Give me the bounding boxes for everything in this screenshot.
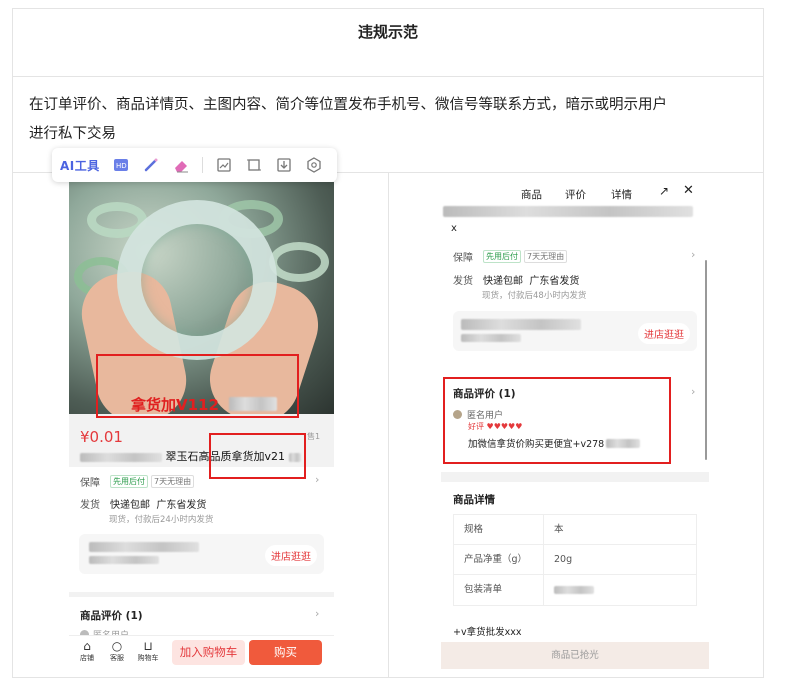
main-bangle xyxy=(117,200,277,360)
return-tag: 7天无理由 xyxy=(524,250,568,263)
pay-later-tag: 先用后付 xyxy=(483,250,521,263)
crop-icon[interactable] xyxy=(245,156,263,174)
nav-detail[interactable]: 详情 xyxy=(611,187,632,202)
svg-text:HD: HD xyxy=(116,162,127,170)
shipping-sub: 现货，付款后24小时内发货 xyxy=(109,515,214,525)
description-line-2: 进行私下交易 xyxy=(29,126,116,142)
review-title[interactable]: 商品评价 (1) xyxy=(80,608,143,623)
guarantee-row[interactable]: 保障 先用后付 7天无理由 xyxy=(453,249,568,264)
home-icon: ⌂ xyxy=(83,639,91,653)
shipping-text: 快递包邮 广东省发货 xyxy=(483,276,580,287)
shipping-text: 快递包邮 广东省发货 xyxy=(110,500,207,511)
shipping-sub: 现货，付款后48小时内发货 xyxy=(482,291,587,301)
chevron-right-icon: › xyxy=(315,473,320,486)
shop-tab[interactable]: ⌂ 店铺 xyxy=(75,640,99,663)
toolbar-separator xyxy=(201,157,203,173)
shipping-label: 发货 xyxy=(453,276,473,287)
violation-highlight-review xyxy=(443,377,671,464)
service-tab[interactable]: ○ 客服 xyxy=(105,640,129,663)
hd-icon[interactable]: HD xyxy=(112,156,130,174)
price: ¥0.01 xyxy=(80,428,123,446)
scrollbar[interactable] xyxy=(705,260,707,460)
visit-shop-button[interactable]: 进店逛逛 xyxy=(638,323,690,344)
guarantee-row[interactable]: 保障 先用后付 7天无理由 xyxy=(80,474,195,489)
pay-later-tag: 先用后付 xyxy=(110,475,148,488)
detail-bottom-text: +v拿货批发xxx xyxy=(453,627,522,638)
spec-table: 规格本 产品净重（g） 20g 包装清单 xyxy=(453,514,697,606)
add-to-cart-button[interactable]: 加入购物车 xyxy=(172,640,245,665)
left-phone-screenshot: 拿货加V112 ¥0.01 售1 翠玉石高品质拿货加v21 保障 先用后付 7天… xyxy=(69,182,334,669)
detail-title: 商品详情 xyxy=(453,494,495,506)
settings-icon[interactable] xyxy=(305,156,323,174)
blurred-value xyxy=(554,585,594,594)
table-row: 包装清单 xyxy=(454,575,696,605)
chevron-right-icon: › xyxy=(691,248,696,261)
chat-icon: ○ xyxy=(111,639,123,653)
eraser-icon[interactable] xyxy=(172,156,190,174)
table-title: 违规示范 xyxy=(357,23,418,41)
violation-highlight-image xyxy=(96,354,299,418)
violation-highlight-title xyxy=(209,433,306,479)
close-icon[interactable]: ✕ xyxy=(683,183,694,198)
column-divider xyxy=(388,173,389,678)
nav-product[interactable]: 商品 xyxy=(521,187,542,202)
description-line-1: 在订单评价、商品详情页、主图内容、简介等位置发布手机号、微信号等联系方式，暗示或… xyxy=(29,97,667,113)
sold-count: 售1 xyxy=(307,432,321,441)
guarantee-label: 保障 xyxy=(80,478,100,489)
bangle-bg-3 xyxy=(269,242,329,282)
image-toolbar: AI工具 HD xyxy=(52,148,337,182)
cart-icon: ⊔ xyxy=(143,639,153,653)
title-suffix: x xyxy=(451,223,457,234)
return-tag: 7天无理由 xyxy=(151,475,195,488)
chevron-right-icon: › xyxy=(315,607,320,620)
table-row: 产品净重（g） 20g xyxy=(454,545,696,575)
table-header: 违规示范 xyxy=(13,9,763,77)
chevron-right-icon: › xyxy=(691,385,696,398)
bottom-action-bar: ⌂ 店铺 ○ 客服 ⊔ 购物车 加入购物车 购买 xyxy=(69,635,334,669)
magic-wand-icon[interactable] xyxy=(142,156,160,174)
blurred-shop-info xyxy=(89,556,159,564)
blurred-shop-name xyxy=(89,542,199,552)
download-icon[interactable] xyxy=(275,156,293,174)
nav-review[interactable]: 评价 xyxy=(565,187,586,202)
blurred-shop-name xyxy=(461,319,581,330)
sold-out-banner: 商品已抢光 xyxy=(441,642,709,669)
blurred-title-prefix xyxy=(80,452,162,462)
shipping-label: 发货 xyxy=(80,500,100,511)
shop-card[interactable]: 进店逛逛 xyxy=(453,311,697,351)
shop-card[interactable]: 进店逛逛 xyxy=(79,534,324,574)
ai-tools-button[interactable]: AI工具 xyxy=(60,157,100,174)
visit-shop-button[interactable]: 进店逛逛 xyxy=(265,545,317,566)
shipping-row: 发货 快递包邮 广东省发货 xyxy=(80,496,206,511)
cart-tab[interactable]: ⊔ 购物车 xyxy=(133,640,163,663)
blurred-title xyxy=(443,206,693,217)
buy-button[interactable]: 购买 xyxy=(249,640,322,665)
share-icon[interactable]: ↗ xyxy=(659,184,669,198)
guarantee-label: 保障 xyxy=(453,253,473,264)
shipping-row: 发货 快递包邮 广东省发货 xyxy=(453,272,579,287)
edit-image-icon[interactable] xyxy=(215,156,233,174)
table-row: 规格本 xyxy=(454,515,696,545)
blurred-shop-info xyxy=(461,334,521,342)
